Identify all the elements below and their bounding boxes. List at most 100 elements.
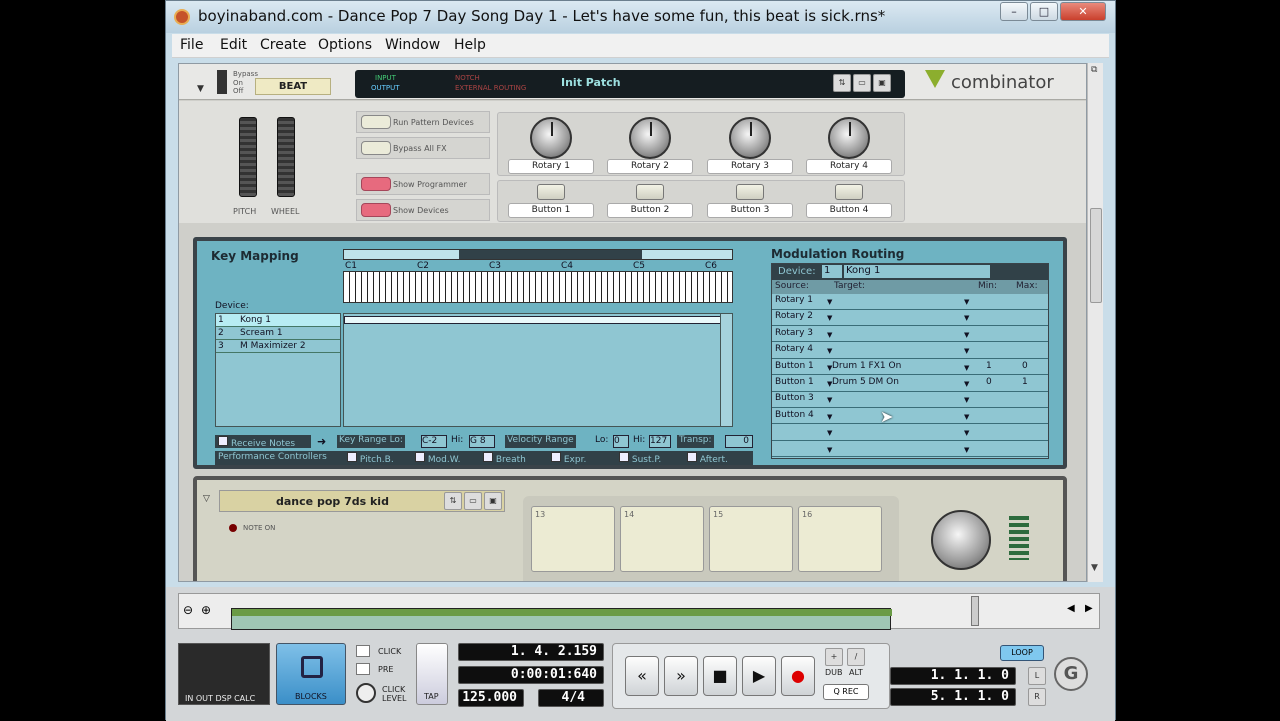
rotary-1-knob[interactable] bbox=[530, 117, 572, 159]
dropdown-arrow-icon[interactable]: ▼ bbox=[964, 364, 969, 372]
mod-source[interactable]: Button 1 bbox=[775, 377, 814, 387]
zoom-in-icon[interactable]: ⊕ bbox=[201, 603, 211, 617]
mod-routing-row[interactable]: Button 1 Drum 1 FX1 On 1 0 ▼ ▼ bbox=[772, 360, 1048, 376]
pitch-bend-option[interactable]: Pitch.B. bbox=[347, 452, 394, 465]
mod-source[interactable]: Rotary 1 bbox=[775, 295, 813, 305]
maximize-button[interactable]: □ bbox=[1030, 2, 1058, 21]
mod-source[interactable]: Button 1 bbox=[775, 361, 814, 371]
key-range-lanes[interactable] bbox=[343, 313, 733, 427]
mod-source[interactable]: Button 4 bbox=[775, 410, 814, 420]
mod-wheel-option[interactable]: Mod.W. bbox=[415, 452, 460, 465]
mod-min[interactable]: 1 bbox=[986, 361, 992, 371]
dropdown-arrow-icon[interactable]: ▼ bbox=[827, 413, 832, 421]
blocks-button[interactable]: BLOCKS bbox=[276, 643, 346, 705]
mod-min[interactable]: 0 bbox=[986, 377, 992, 387]
run-pattern-toggle[interactable] bbox=[361, 115, 391, 129]
drum-pad-15[interactable]: 15 bbox=[709, 506, 793, 572]
button-3-label[interactable]: Button 3 bbox=[707, 203, 793, 218]
close-button[interactable]: ✕ bbox=[1060, 2, 1106, 21]
kong-patch-name[interactable]: dance pop 7ds kid bbox=[276, 495, 389, 508]
dropdown-arrow-icon[interactable]: ▼ bbox=[827, 298, 832, 306]
tempo-display[interactable]: 125.000 bbox=[458, 689, 524, 707]
mod-routing-row[interactable]: ▼ ▼ bbox=[772, 425, 1048, 441]
dropdown-arrow-icon[interactable]: ▼ bbox=[964, 298, 969, 306]
menu-edit[interactable]: Edit bbox=[220, 37, 247, 53]
loop-button[interactable]: LOOP bbox=[1000, 645, 1044, 661]
rotary-4-knob[interactable] bbox=[828, 117, 870, 159]
rack-scroll-thumb[interactable] bbox=[1090, 208, 1102, 303]
mod-target[interactable]: Drum 1 FX1 On bbox=[832, 361, 901, 371]
scroll-down-icon[interactable]: ▼ bbox=[1091, 563, 1098, 573]
receive-notes-option[interactable]: Receive Notes bbox=[215, 435, 311, 449]
dropdown-arrow-icon[interactable]: ▼ bbox=[964, 429, 969, 437]
button-2-label[interactable]: Button 2 bbox=[607, 203, 693, 218]
rewind-button[interactable]: « bbox=[625, 656, 659, 696]
menu-create[interactable]: Create bbox=[260, 37, 307, 53]
menu-help[interactable]: Help bbox=[454, 37, 486, 53]
right-locator[interactable]: 5. 1. 1. 0 bbox=[890, 688, 1016, 706]
device-row-maximizer[interactable]: 3M Maximizer 2 bbox=[216, 340, 340, 353]
show-programmer-option[interactable]: Show Programmer bbox=[356, 173, 490, 195]
mod-device-name[interactable]: Kong 1 bbox=[844, 265, 990, 278]
mod-routing-row[interactable]: Button 4 ▼ ▼ bbox=[772, 409, 1048, 425]
button-1[interactable] bbox=[537, 184, 565, 200]
dropdown-arrow-icon[interactable]: ▼ bbox=[827, 429, 832, 437]
mod-device-number[interactable]: 1 bbox=[822, 265, 842, 278]
menu-window[interactable]: Window bbox=[385, 37, 440, 53]
patch-browse-arrows-icon[interactable]: ⇅ bbox=[444, 492, 462, 510]
show-programmer-toggle[interactable] bbox=[361, 177, 391, 191]
bypass-fx-toggle[interactable] bbox=[361, 141, 391, 155]
mod-max[interactable]: 0 bbox=[1022, 361, 1028, 371]
lane-scrollbar[interactable] bbox=[720, 314, 732, 426]
patch-browse-arrows-icon[interactable]: ⇅ bbox=[833, 74, 851, 92]
rotary-1-label[interactable]: Rotary 1 bbox=[508, 159, 594, 174]
dropdown-arrow-icon[interactable]: ▼ bbox=[827, 314, 832, 322]
key-range-keyboard[interactable] bbox=[343, 271, 733, 303]
run-pattern-devices-option[interactable]: Run Pattern Devices bbox=[356, 111, 490, 133]
mod-target[interactable]: Drum 5 DM On bbox=[832, 377, 899, 387]
play-button[interactable]: ▶ bbox=[742, 656, 776, 696]
dropdown-arrow-icon[interactable]: ▼ bbox=[827, 331, 832, 339]
mod-routing-row[interactable]: Rotary 3 ▼ ▼ bbox=[772, 327, 1048, 343]
rotary-4-label[interactable]: Rotary 4 bbox=[806, 159, 892, 174]
show-devices-option[interactable]: Show Devices bbox=[356, 199, 490, 221]
rotary-3-label[interactable]: Rotary 3 bbox=[707, 159, 793, 174]
dropdown-arrow-icon[interactable]: ▼ bbox=[964, 413, 969, 421]
bypass-switch[interactable] bbox=[217, 70, 227, 94]
button-4-label[interactable]: Button 4 bbox=[806, 203, 892, 218]
dub-plus-icon[interactable]: + bbox=[825, 648, 843, 666]
rotary-2-knob[interactable] bbox=[629, 117, 671, 159]
scroll-left-icon[interactable]: ◀ bbox=[1067, 603, 1075, 614]
scroll-right-icon[interactable]: ▶ bbox=[1085, 603, 1093, 614]
right-locator-button[interactable]: R bbox=[1028, 688, 1046, 706]
pitch-wheel[interactable] bbox=[239, 117, 257, 197]
mod-max[interactable]: 1 bbox=[1022, 377, 1028, 387]
rack-scrollbar[interactable]: ⧉ ▼ bbox=[1087, 63, 1103, 582]
drum-pad-16[interactable]: 16 bbox=[798, 506, 882, 572]
drum-pad-13[interactable]: 13 bbox=[531, 506, 615, 572]
fold-arrow-icon[interactable]: ▼ bbox=[197, 84, 204, 94]
expression-option[interactable]: Expr. bbox=[551, 452, 586, 465]
transpose-value[interactable]: 0 bbox=[725, 435, 753, 448]
mod-source[interactable]: Rotary 3 bbox=[775, 328, 813, 338]
bars-position[interactable]: 1. 4. 2.159 bbox=[458, 643, 604, 661]
sustain-option[interactable]: Sust.P. bbox=[619, 452, 661, 465]
navigator-end-handle[interactable] bbox=[971, 596, 979, 626]
rotary-3-knob[interactable] bbox=[729, 117, 771, 159]
minimize-button[interactable]: – bbox=[1000, 2, 1028, 21]
mod-wheel[interactable] bbox=[277, 117, 295, 197]
folder-icon[interactable]: ▭ bbox=[853, 74, 871, 92]
fast-forward-button[interactable]: » bbox=[664, 656, 698, 696]
dropdown-arrow-icon[interactable]: ▼ bbox=[827, 396, 832, 404]
tap-button[interactable]: TAP bbox=[416, 643, 448, 705]
save-icon[interactable]: ▣ bbox=[484, 492, 502, 510]
drum-pad-14[interactable]: 14 bbox=[620, 506, 704, 572]
kong-key-range-bar[interactable] bbox=[344, 316, 732, 324]
dropdown-arrow-icon[interactable]: ▼ bbox=[964, 380, 969, 388]
breath-option[interactable]: Breath bbox=[483, 452, 526, 465]
pre-checkbox[interactable] bbox=[356, 663, 370, 675]
time-signature[interactable]: 4/4 bbox=[538, 689, 604, 707]
folder-icon[interactable]: ▭ bbox=[464, 492, 482, 510]
record-button[interactable]: ● bbox=[781, 656, 815, 696]
master-level-knob[interactable] bbox=[931, 510, 991, 570]
